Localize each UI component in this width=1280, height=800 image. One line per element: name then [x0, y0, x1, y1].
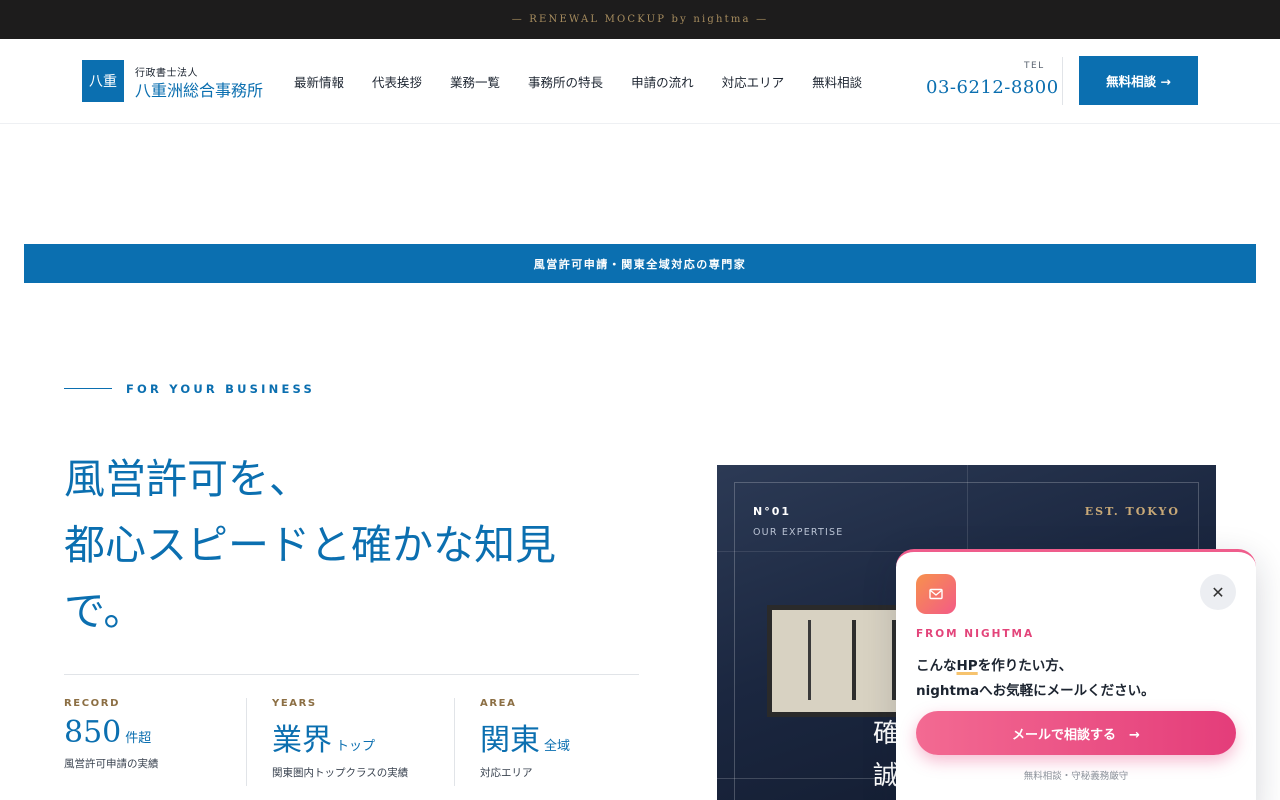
- nav-item-features[interactable]: 事務所の特長: [528, 72, 603, 91]
- stat-divider: [246, 698, 247, 786]
- stat-years: YEARS 業界 トップ 関東圏内トップクラスの実績: [272, 698, 408, 780]
- stat-value: 関東: [480, 723, 540, 758]
- calligraphy-stroke: [808, 620, 826, 700]
- stat-area: AREA 関東 全域 対応エリア: [480, 698, 570, 780]
- message-pre: こんな: [916, 658, 957, 674]
- calligraphy-stroke: [852, 620, 870, 700]
- photo-caption: OUR EXPERTISE: [753, 527, 844, 538]
- nav-item-consult[interactable]: 無料相談: [812, 72, 862, 91]
- stat-label: YEARS: [272, 698, 317, 709]
- stat-unit: 全域: [544, 739, 571, 754]
- stat-label: AREA: [480, 698, 517, 709]
- stat-value-row: 業界 トップ: [272, 715, 408, 759]
- email-consult-button[interactable]: メールで相談する →: [916, 711, 1236, 755]
- nav-item-flow[interactable]: 申請の流れ: [631, 72, 694, 91]
- message-post: を作りたい方、: [977, 658, 1073, 674]
- banner-text: 風営許可申請・関東全域対応の専門家: [533, 257, 747, 271]
- message-hp: HP: [956, 658, 978, 674]
- popup-note: 無料相談・守秘義務厳守: [1023, 771, 1129, 782]
- mail-icon: [916, 574, 956, 614]
- tel-number[interactable]: 03-6212-8800: [926, 77, 1059, 98]
- stat-unit: 件超: [125, 731, 152, 746]
- stat-record: RECORD 850 件超 風営許可申請の実績: [64, 698, 159, 771]
- photo-est: EST. TOKYO: [1084, 505, 1180, 518]
- stat-value-row: 850 件超: [64, 715, 159, 750]
- stat-value: 850: [64, 715, 122, 750]
- logo-mark[interactable]: 八重: [82, 60, 124, 102]
- headline-line-3: で。: [64, 587, 145, 635]
- stats-divider: [64, 674, 639, 675]
- tel-label: TEL: [1024, 61, 1045, 71]
- eyebrow-line: [64, 388, 112, 389]
- stat-description: 風営許可申請の実績: [64, 758, 159, 770]
- headline-line-1: 風営許可を、: [64, 455, 310, 503]
- site-header: 八重 行政書士法人 八重洲総合事務所 最新情報 代表挨拶 業務一覧 事務所の特長…: [0, 39, 1280, 124]
- specialty-banner: 風営許可申請・関東全域対応の専門家: [24, 244, 1256, 283]
- stat-value-row: 関東 全域: [480, 715, 570, 759]
- close-icon[interactable]: ✕: [1200, 574, 1236, 610]
- stat-unit: トップ: [336, 739, 376, 754]
- hero-eyebrow: FOR YOUR BUSINESS: [126, 382, 315, 396]
- nav-item-greeting[interactable]: 代表挨拶: [372, 72, 422, 91]
- logo-name[interactable]: 八重洲総合事務所: [135, 77, 263, 101]
- free-consult-button[interactable]: 無料相談 →: [1079, 56, 1198, 105]
- nav-item-news[interactable]: 最新情報: [294, 72, 344, 91]
- main-nav: 最新情報 代表挨拶 業務一覧 事務所の特長 申請の流れ 対応エリア 無料相談: [294, 72, 862, 91]
- header-divider: [1062, 57, 1063, 105]
- nav-item-services[interactable]: 業務一覧: [450, 72, 500, 91]
- popup-message-line-1: こんなHPを作りたい方、: [916, 654, 1072, 674]
- photo-number: N°01: [753, 505, 792, 518]
- popup-from: FROM NIGHTMA: [916, 628, 1035, 640]
- nav-item-area[interactable]: 対応エリア: [722, 72, 785, 91]
- stat-divider: [454, 698, 455, 786]
- renewal-mockup-bar: — RENEWAL MOCKUP by nightma —: [0, 0, 1280, 39]
- popup-message-line-2: nightmaへお気軽にメールください。: [916, 683, 1155, 699]
- stat-label: RECORD: [64, 698, 120, 709]
- stat-description: 対応エリア: [480, 767, 533, 779]
- stat-value: 業界: [272, 723, 332, 758]
- contact-popup: ✕ FROM NIGHTMA こんなHPを作りたい方、 nightmaへお気軽に…: [896, 549, 1256, 800]
- stat-description: 関東圏内トップクラスの実績: [272, 767, 409, 779]
- headline-line-2: 都心スピードと確かな知見: [64, 521, 556, 569]
- mockup-label: — RENEWAL MOCKUP by nightma —: [511, 14, 769, 25]
- hero-headline: 風営許可を、 都心スピードと確かな知見 で。: [64, 446, 684, 644]
